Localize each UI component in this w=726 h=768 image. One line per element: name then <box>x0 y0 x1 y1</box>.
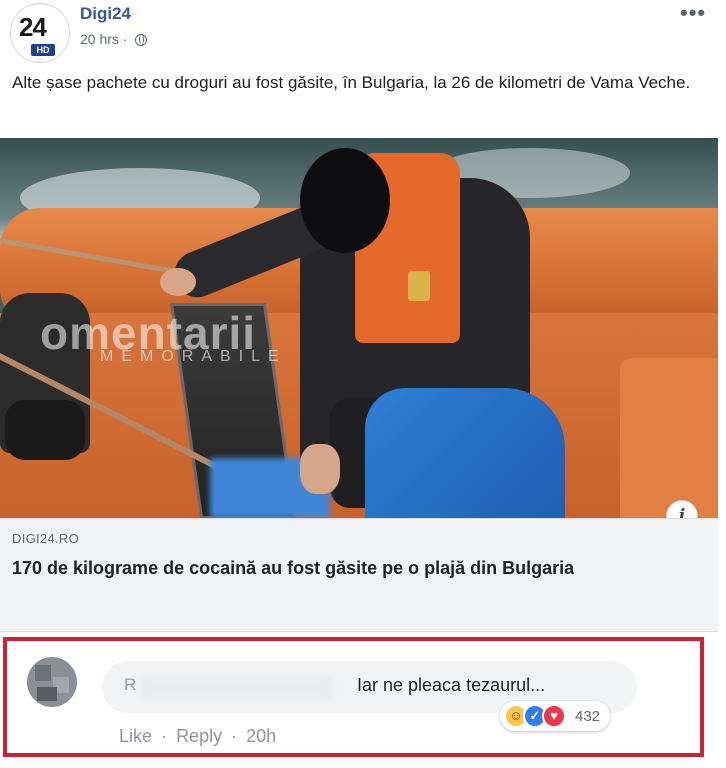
post-image[interactable]: omentarii MEMORABILE <box>0 138 718 518</box>
officer-balaclava <box>300 148 390 253</box>
reaction-count: 432 <box>575 707 601 725</box>
highlighted-comment: R Iar ne pleaca tezaurul... ☺ ✓ ♥ 432 Li… <box>3 637 704 757</box>
love-icon: ♥ <box>542 704 566 728</box>
officer-badge <box>408 271 430 301</box>
comment-reactions[interactable]: ☺ ✓ ♥ 432 <box>500 701 611 731</box>
comment-time[interactable]: 20h <box>246 726 276 746</box>
more-options-icon[interactable]: ••• <box>680 0 706 26</box>
blue-bag <box>365 388 565 518</box>
link-title[interactable]: 170 de kilograme de cocaină au fost găsi… <box>12 555 702 581</box>
commenter-name[interactable]: R <box>124 675 136 695</box>
watermark-subtext: MEMORABILE <box>100 348 287 365</box>
post-time[interactable]: 20 hrs <box>80 31 119 47</box>
commenter-avatar[interactable] <box>27 657 77 707</box>
link-preview[interactable]: DIGI24.RO 170 de kilograme de cocaină au… <box>0 518 718 632</box>
post-text: Alte șase pachete cu droguri au fost găs… <box>12 73 691 92</box>
post-header: 24 HD Digi24 20 hrs · ••• <box>0 0 726 63</box>
avatar-logo-text: 24 <box>19 12 47 42</box>
post-meta: 20 hrs · <box>80 31 148 47</box>
blurred-name <box>142 677 332 699</box>
avatar-hd-badge: HD <box>31 44 55 56</box>
comment-text: Iar ne pleaca tezaurul... <box>357 675 546 695</box>
globe-icon <box>135 34 148 46</box>
page-avatar[interactable]: 24 HD <box>10 3 70 63</box>
facebook-post: 24 HD Digi24 20 hrs · ••• Alte șase pach… <box>0 0 726 768</box>
comment-actions: Like · Reply · 20h <box>119 726 277 746</box>
like-button[interactable]: Like <box>119 726 152 746</box>
page-name-link[interactable]: Digi24 <box>80 4 131 24</box>
link-domain: DIGI24.RO <box>12 531 79 546</box>
reply-button[interactable]: Reply <box>176 726 222 746</box>
